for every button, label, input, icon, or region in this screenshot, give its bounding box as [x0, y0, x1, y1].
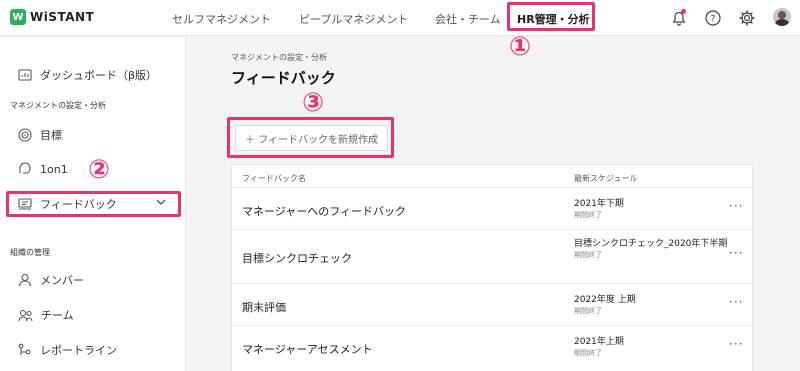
annotation-number-2: ②	[88, 155, 111, 185]
row-schedule-label: 2021年上期	[574, 337, 624, 347]
more-options-button[interactable]: ···	[729, 199, 743, 213]
row-status: 期間終了	[574, 251, 602, 259]
row-name[interactable]: 期末評価	[242, 299, 286, 315]
table-row[interactable]: 目標シンクロチェック 目標シンクロチェック_2020年下半期 期間終了 ···	[232, 229, 752, 283]
target-icon	[18, 128, 32, 142]
sidebar-label-team: チーム	[41, 309, 74, 322]
sidebar-label-report-line: レポートライン	[40, 344, 117, 357]
app-logo[interactable]: W WiSTANT	[10, 9, 94, 25]
org-chart-icon	[18, 343, 31, 355]
topnav-people-management[interactable]: ピープルマネジメント	[299, 11, 408, 27]
column-header-name[interactable]: フィードバック名	[242, 173, 306, 184]
dashboard-icon	[18, 69, 32, 81]
annotation-number-1: ①	[509, 32, 532, 62]
row-name[interactable]: マネージャーアセスメント	[242, 341, 373, 357]
row-schedule-label: 2021年下期	[574, 199, 624, 209]
svg-text:?: ?	[711, 15, 716, 25]
breadcrumb[interactable]: マネジメントの設定・分析	[231, 52, 327, 63]
topnav-self-management[interactable]: セルフマネジメント	[172, 11, 271, 27]
team-icon	[18, 309, 33, 321]
more-options-button[interactable]: ···	[729, 295, 743, 309]
row-schedule: 目標シンクロチェック_2020年下半期 期間終了	[574, 238, 749, 260]
notification-dot	[681, 9, 686, 14]
feedback-table: フィードバック名 最新スケジュール マネージャーへのフィードバック 2021年下…	[231, 164, 753, 371]
row-schedule: 2021年上期 期間終了	[574, 336, 749, 358]
sidebar-label-1on1: 1on1	[40, 162, 68, 176]
notification-button[interactable]	[669, 8, 689, 28]
highlight-box-feedback	[6, 191, 181, 217]
chat-icon	[19, 162, 31, 174]
table-row[interactable]: 期末評価 2022年度 上期 期間終了 ···	[232, 283, 752, 325]
row-status: 期間終了	[574, 349, 602, 357]
sidebar-section-organization: 組織の管理	[10, 248, 50, 257]
more-options-button[interactable]: ···	[729, 246, 743, 260]
sidebar-label-goal: 目標	[40, 129, 62, 142]
sidebar-item-report-line[interactable]: レポートライン	[18, 342, 117, 358]
logo-text: WiSTANT	[30, 10, 95, 24]
row-status: 期間終了	[574, 211, 602, 219]
top-bar: W WiSTANT セルフマネジメント ピープルマネジメント 会社・チーム HR…	[0, 0, 800, 36]
row-schedule: 2022年度 上期 期間終了	[574, 294, 749, 316]
highlight-box-hr	[507, 2, 595, 31]
sidebar-label-member: メンバー	[40, 274, 84, 287]
user-avatar[interactable]	[773, 8, 791, 26]
sidebar-item-team[interactable]: チーム	[18, 307, 74, 323]
help-button[interactable]: ?	[703, 8, 723, 28]
row-name[interactable]: 目標シンクロチェック	[242, 250, 352, 266]
settings-button[interactable]	[737, 8, 757, 28]
sidebar-label-dashboard: ダッシュボード（β版）	[40, 69, 158, 82]
more-options-button[interactable]: ···	[729, 337, 743, 351]
topnav-company-team[interactable]: 会社・チーム	[435, 11, 501, 27]
row-schedule: 2021年下期 期間終了	[574, 198, 749, 220]
row-schedule-label: 目標シンクロチェック_2020年下半期	[574, 239, 728, 249]
sidebar-item-goal[interactable]: 目標	[18, 127, 62, 143]
gear-icon	[739, 10, 755, 26]
sidebar-item-1on1[interactable]: 1on1	[18, 162, 68, 176]
column-header-schedule[interactable]: 最新スケジュール	[574, 173, 637, 184]
person-icon	[18, 273, 32, 287]
annotation-number-3: ③	[302, 88, 325, 118]
row-name[interactable]: マネージャーへのフィードバック	[242, 203, 406, 219]
highlight-box-new-button	[227, 117, 394, 158]
table-row[interactable]: マネージャーアセスメント 2021年上期 期間終了 ···	[232, 325, 752, 371]
logo-mark: W	[10, 9, 26, 25]
sidebar-section-management: マネジメントの設定・分析	[10, 101, 106, 110]
row-status: 期間終了	[574, 307, 602, 315]
table-row[interactable]: マネージャーへのフィードバック 2021年下期 期間終了 ···	[232, 187, 752, 229]
sidebar-item-dashboard[interactable]: ダッシュボード（β版）	[18, 67, 157, 83]
row-schedule-label: 2022年度 上期	[574, 295, 636, 305]
page-title: フィードバック	[231, 69, 336, 87]
help-icon: ?	[705, 10, 721, 26]
sidebar-item-member[interactable]: メンバー	[18, 272, 84, 288]
